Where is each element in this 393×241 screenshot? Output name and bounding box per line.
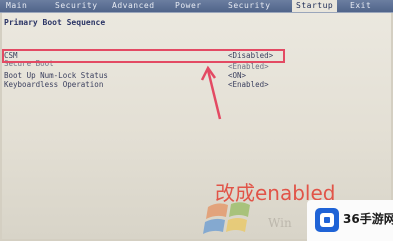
row-keyboardless-value[interactable]: <Enabled> xyxy=(228,80,269,89)
row-secure-boot-value[interactable]: <Enabled> xyxy=(228,62,269,71)
windows-logo-icon xyxy=(203,202,250,234)
row-keyboardless-label[interactable]: Keyboardless Operation xyxy=(4,80,103,89)
tab-advanced[interactable]: Advanced xyxy=(112,1,155,10)
site-logo-icon xyxy=(315,208,339,232)
tab-security-2[interactable]: Security xyxy=(228,1,271,10)
tab-bar: Main Security Advanced Power Security St… xyxy=(0,0,393,13)
site-logo: 36手游网 xyxy=(307,200,393,241)
section-title: Primary Boot Sequence xyxy=(4,18,106,27)
site-logo-text: 36手游网 xyxy=(343,212,393,226)
tab-exit[interactable]: Exit xyxy=(350,1,371,10)
tab-main[interactable]: Main xyxy=(6,1,27,10)
tab-startup[interactable]: Startup xyxy=(292,0,338,12)
watermark-text: Win xyxy=(268,216,292,230)
tab-power[interactable]: Power xyxy=(175,1,202,10)
row-numlock-value[interactable]: <ON> xyxy=(228,71,246,80)
pointer-arrow-icon xyxy=(200,65,222,120)
tab-security[interactable]: Security xyxy=(55,1,98,10)
row-numlock-label[interactable]: Boot Up Num-Lock Status xyxy=(4,71,108,80)
highlight-box xyxy=(2,49,285,63)
